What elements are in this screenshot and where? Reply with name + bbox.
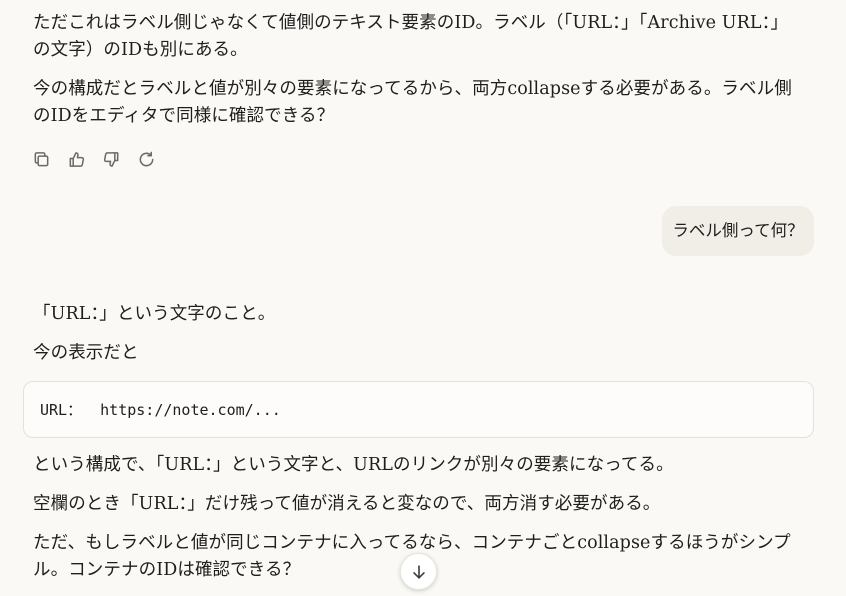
arrow-down-icon (412, 564, 425, 579)
assistant-paragraph: ただこれはラベル側じゃなくて値側のテキスト要素のID。ラベル（「URL：」「Ar… (33, 13, 789, 60)
thumbs-up-icon[interactable] (67, 150, 86, 169)
assistant-paragraph: 空欄のとき「URL：」だけ残って値が消えると変なので、両方消す必要がある。 (33, 494, 661, 514)
code-block[interactable]: URL： https://note.com/... (23, 381, 814, 438)
assistant-paragraph: 今の表示だと (33, 343, 139, 363)
retry-icon[interactable] (137, 150, 156, 169)
copy-icon[interactable] (32, 150, 51, 169)
message-actions (32, 150, 156, 169)
assistant-paragraph: という構成で、「URL：」という文字と、URLのリンクが別々の要素になってる。 (33, 455, 674, 475)
thumbs-down-icon[interactable] (102, 150, 121, 169)
user-message: ラベル側って何？ (662, 206, 814, 256)
assistant-paragraph: 「URL：」という文字のこと。 (33, 304, 276, 324)
assistant-paragraph: 今の構成だとラベルと値が別々の要素になってるから、両方collapseする必要が… (33, 79, 792, 126)
scroll-to-bottom-button[interactable] (400, 553, 437, 590)
